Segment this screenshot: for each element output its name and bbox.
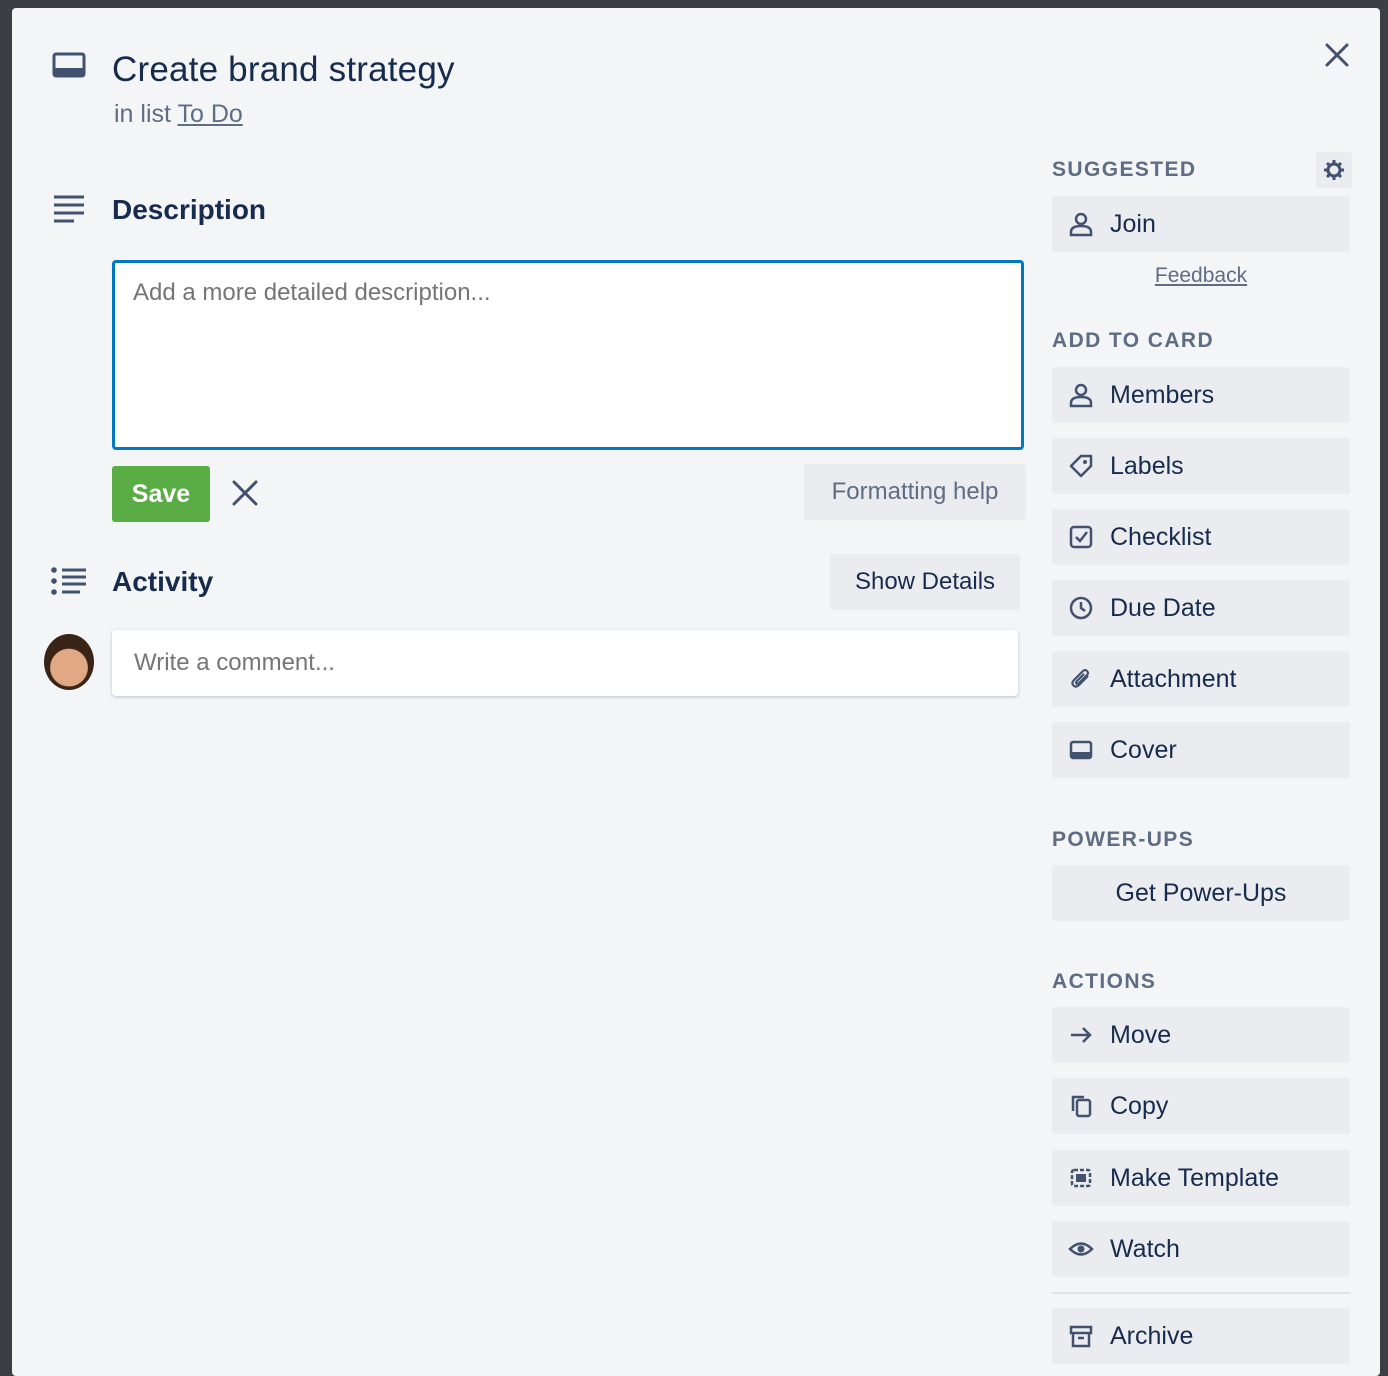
paperclip-icon xyxy=(1068,666,1094,692)
members-label: Members xyxy=(1110,380,1215,409)
eye-icon xyxy=(1068,1236,1094,1262)
arrow-right-icon xyxy=(1068,1022,1094,1048)
close-icon[interactable] xyxy=(1320,38,1354,72)
copy-button[interactable]: Copy xyxy=(1052,1078,1350,1134)
save-button[interactable]: Save xyxy=(112,466,210,522)
join-button[interactable]: Join xyxy=(1052,196,1350,252)
person-icon xyxy=(1068,382,1094,408)
due-date-button[interactable]: Due Date xyxy=(1052,580,1350,636)
cover-label: Cover xyxy=(1110,735,1177,764)
add-to-card-heading: ADD TO CARD xyxy=(1052,329,1215,352)
cover-button[interactable]: Cover xyxy=(1052,722,1350,778)
due-date-label: Due Date xyxy=(1110,593,1216,622)
labels-button[interactable]: Labels xyxy=(1052,438,1350,494)
checkbox-icon xyxy=(1068,524,1094,550)
card-title[interactable]: Create brand strategy xyxy=(112,50,455,90)
list-prefix: in list xyxy=(114,100,171,128)
join-label: Join xyxy=(1110,209,1156,238)
attachment-label: Attachment xyxy=(1110,664,1237,693)
comment-input[interactable] xyxy=(112,630,1018,696)
make-template-button[interactable]: Make Template xyxy=(1052,1150,1350,1206)
archive-button[interactable]: Archive xyxy=(1052,1308,1350,1364)
gear-icon[interactable] xyxy=(1316,152,1352,188)
watch-button[interactable]: Watch xyxy=(1052,1221,1350,1277)
power-ups-heading: POWER-UPS xyxy=(1052,828,1195,851)
feedback-link[interactable]: Feedback xyxy=(1052,264,1350,288)
make-template-label: Make Template xyxy=(1110,1163,1280,1192)
actions-divider xyxy=(1052,1292,1350,1294)
tag-icon xyxy=(1068,453,1094,479)
show-details-button[interactable]: Show Details xyxy=(830,554,1020,610)
copy-icon xyxy=(1068,1093,1094,1119)
person-icon xyxy=(1068,211,1094,237)
suggested-heading: SUGGESTED xyxy=(1052,158,1197,181)
description-heading: Description xyxy=(112,194,267,225)
labels-label: Labels xyxy=(1110,451,1184,480)
watch-label: Watch xyxy=(1110,1234,1180,1263)
avatar[interactable] xyxy=(44,634,94,690)
archive-label: Archive xyxy=(1110,1321,1194,1350)
clock-icon xyxy=(1068,595,1094,621)
list-link[interactable]: To Do xyxy=(177,100,242,128)
checklist-button[interactable]: Checklist xyxy=(1052,509,1350,565)
move-button[interactable]: Move xyxy=(1052,1007,1350,1063)
activity-icon xyxy=(50,566,88,596)
copy-label: Copy xyxy=(1110,1091,1169,1120)
actions-heading: ACTIONS xyxy=(1052,970,1157,993)
members-button[interactable]: Members xyxy=(1052,367,1350,423)
description-input[interactable] xyxy=(112,260,1024,450)
card-detail-modal: Create brand strategy in list To Do Desc… xyxy=(12,8,1380,1376)
description-icon xyxy=(52,194,86,224)
formatting-help-button[interactable]: Formatting help xyxy=(804,464,1026,520)
archive-icon xyxy=(1068,1323,1094,1349)
activity-heading: Activity xyxy=(112,566,214,597)
checklist-label: Checklist xyxy=(1110,522,1212,551)
template-icon xyxy=(1068,1165,1094,1191)
card-icon xyxy=(52,52,86,80)
cover-icon xyxy=(1068,737,1094,763)
get-power-ups-button[interactable]: Get Power-Ups xyxy=(1052,865,1350,921)
attachment-button[interactable]: Attachment xyxy=(1052,651,1350,707)
card-list-info: in list To Do xyxy=(114,100,243,129)
move-label: Move xyxy=(1110,1020,1172,1049)
cancel-edit-icon[interactable] xyxy=(230,478,260,508)
